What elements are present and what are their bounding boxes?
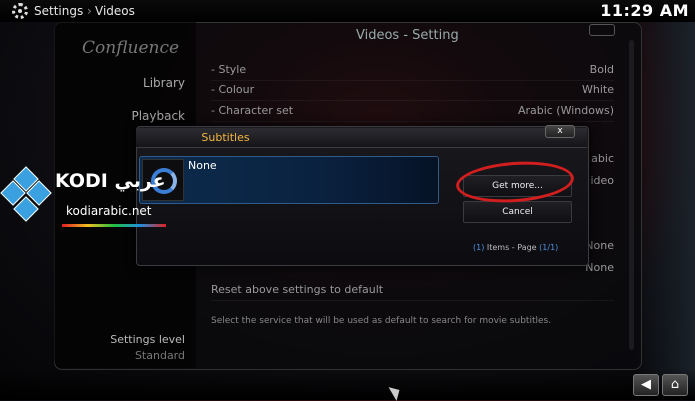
settings-level-value[interactable]: Standard	[135, 349, 185, 362]
dialog-title: Subtitles	[201, 131, 250, 144]
setting-row-style[interactable]: - Style Bold	[211, 60, 614, 81]
home-button[interactable]: ⌂	[662, 374, 688, 396]
dialog-close-button[interactable]: x	[545, 125, 575, 138]
setting-label: - Colour	[211, 83, 255, 96]
scrollbar[interactable]	[629, 40, 634, 350]
settings-level-label[interactable]: Settings level	[110, 333, 185, 346]
setting-value-partial: None	[585, 239, 614, 252]
setting-row-character-set[interactable]: - Character set Arabic (Windows)	[211, 101, 614, 122]
reset-label: Reset above settings to default	[211, 283, 384, 296]
setting-label: - Character set	[211, 104, 294, 117]
skin-logo: Confluence	[82, 38, 180, 58]
setting-value: Bold	[589, 63, 614, 76]
back-button[interactable]: ◀	[633, 374, 659, 396]
setting-value-partial: abic	[591, 152, 614, 165]
list-item[interactable]	[139, 156, 439, 204]
page-info: (1) Items - Page (1/1)	[473, 243, 558, 252]
background-edge	[635, 0, 695, 400]
breadcrumb-videos: Videos	[95, 4, 135, 18]
setting-value-partial: None	[585, 261, 614, 274]
setting-value: White	[582, 83, 614, 96]
sidebar-item-library[interactable]: Library	[143, 76, 185, 90]
panel-close-button[interactable]	[589, 24, 615, 36]
setting-value-partial: ideo	[590, 174, 614, 187]
cancel-button[interactable]: Cancel	[463, 201, 572, 223]
page-title: Videos - Setting	[356, 28, 459, 43]
watermark-url: kodiarabic.net	[66, 204, 152, 218]
watermark-brand: KODI عربي	[55, 170, 166, 192]
clock: 11:29 AM	[600, 1, 689, 20]
page-info-text: Items - Page	[484, 243, 540, 252]
setting-value: Arabic (Windows)	[517, 104, 614, 117]
setting-label: - Style	[211, 63, 247, 76]
setting-row-colour[interactable]: - Colour White	[211, 80, 614, 101]
breadcrumb-separator: ›	[87, 4, 92, 18]
breadcrumb-settings: Settings	[34, 4, 84, 18]
page-number: (1/1)	[539, 243, 559, 252]
gear-icon	[12, 3, 28, 19]
kodi-logo-icon	[0, 166, 52, 226]
item-count: (1)	[473, 243, 485, 252]
bottom-bar	[0, 368, 695, 400]
watermark-underline	[62, 224, 166, 227]
sidebar-item-playback[interactable]: Playback	[131, 109, 185, 123]
reset-settings-row[interactable]: Reset above settings to default	[211, 280, 614, 301]
setting-description: Select the service that will be used as …	[211, 316, 552, 326]
list-item-label: None	[188, 159, 217, 172]
